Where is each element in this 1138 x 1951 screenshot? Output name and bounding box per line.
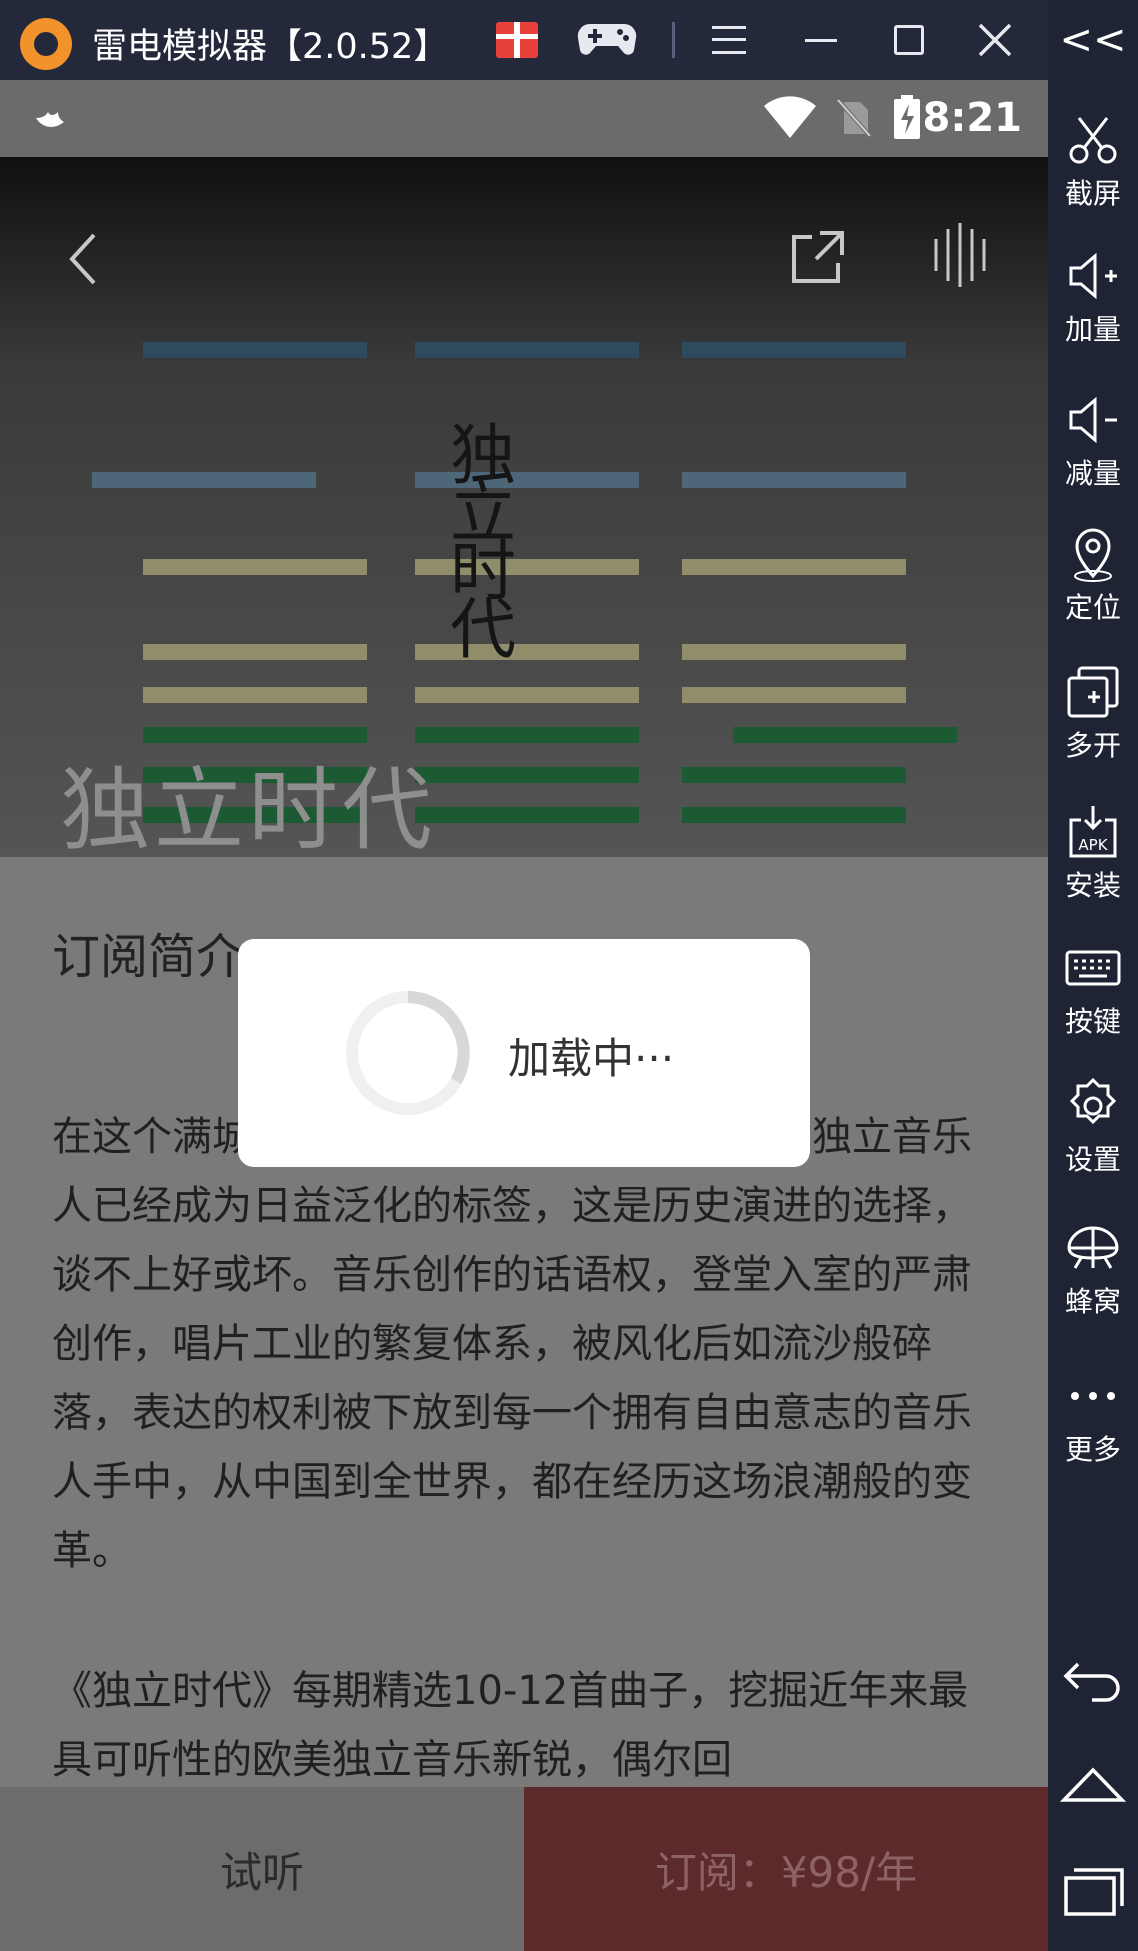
recents-nav-button[interactable] [1048, 1852, 1138, 1932]
no-sim-icon [836, 98, 872, 138]
home-nav-icon [1059, 1767, 1127, 1802]
title-separator [672, 22, 675, 58]
settings-icon [1069, 1077, 1117, 1125]
keyboard-icon [1065, 950, 1121, 986]
gamepad-icon[interactable] [576, 14, 638, 66]
album-cover-header: 独 立 时 代 独立时代 [0, 157, 1048, 863]
collapse-toolbar-button[interactable]: << [1048, 14, 1138, 66]
keymap-button[interactable]: 按键 [1048, 932, 1138, 1052]
screenshot-button[interactable]: 截屏 [1048, 104, 1138, 224]
more-icon [1071, 1392, 1115, 1400]
location-icon [1074, 528, 1112, 582]
app-notification-icon [36, 112, 64, 127]
toolbar-label-keymap: 按键 [1064, 1005, 1121, 1038]
hive-button[interactable]: 蜂窝 [1048, 1212, 1138, 1332]
window-title: 雷电模拟器【2.0.52】 [92, 27, 449, 67]
cover-title: 独立时代 [60, 758, 436, 863]
multi-open-button[interactable]: 多开 [1048, 656, 1138, 776]
close-icon[interactable] [972, 14, 1018, 66]
settings-button[interactable]: 设置 [1048, 1070, 1138, 1190]
minimize-icon[interactable] [800, 14, 842, 66]
volume-down-icon [1069, 396, 1117, 444]
volume-up-button[interactable]: 加量 [1048, 240, 1138, 360]
loading-spinner-icon [346, 991, 470, 1115]
recents-nav-icon [1064, 1868, 1124, 1916]
home-nav-button[interactable] [1048, 1744, 1138, 1824]
bottom-action-bar: 试听 订阅：¥98/年 [0, 1787, 1048, 1951]
loading-dialog: 加载中··· [238, 939, 810, 1167]
toolbar-label-more: 更多 [1064, 1433, 1121, 1466]
equalizer-icon[interactable] [932, 223, 988, 287]
intro-paragraph-2: 《独立时代》每期精选10-12首曲子，挖掘近年来最具可听性的欧美独立音乐新锐，偶… [52, 1668, 969, 1783]
more-button[interactable]: 更多 [1048, 1360, 1138, 1480]
toolbar-label-settings: 设置 [1064, 1143, 1121, 1176]
loading-text: 加载中··· [508, 1034, 675, 1083]
trial-listen-button[interactable]: 试听 [0, 1787, 524, 1951]
wifi-icon [764, 96, 816, 138]
toolbar-label-hive: 蜂窝 [1064, 1285, 1121, 1318]
toolbar-label-volume-down: 减量 [1064, 457, 1121, 490]
back-nav-button[interactable] [1048, 1640, 1138, 1720]
menu-icon[interactable] [708, 14, 750, 66]
emulator-side-toolbar: << 截屏 加量 减量 定位 多开 APK 安装 按键 设置 蜂窝 更多 [1048, 0, 1138, 1951]
toolbar-label-screenshot: 截屏 [1064, 177, 1121, 210]
back-icon[interactable] [62, 229, 102, 289]
volume-down-button[interactable]: 减量 [1048, 384, 1138, 504]
status-time: 8:21 [922, 95, 1023, 141]
toolbar-label-volume-up: 加量 [1064, 313, 1121, 346]
intro-paragraph-1: 在这个满城尽是手机传的时代，独立音乐和独立音乐人已经成为日益泛化的标签，这是历史… [52, 1114, 972, 1574]
location-button[interactable]: 定位 [1048, 518, 1138, 638]
emulator-title-bar: 雷电模拟器【2.0.52】 [0, 0, 1138, 80]
android-screen: 8:21 独 立 时 代 独立时代 订阅简介 在这个满城尽是手 乐和独立音乐人已… [0, 80, 1048, 1951]
cover-calligraphy: 独 立 时 代 [450, 417, 540, 668]
apk-install-button[interactable]: APK 安装 [1048, 796, 1138, 916]
section-title: 订阅简介 [52, 929, 245, 985]
toolbar-label-apk-install: 安装 [1064, 869, 1121, 902]
maximize-icon[interactable] [888, 14, 930, 66]
apk-install-icon: APK [1069, 806, 1117, 858]
svg-text:APK: APK [1078, 836, 1108, 854]
battery-charging-icon [894, 95, 920, 139]
calligraphy-main: 独 立 时 代 [450, 417, 516, 668]
gift-icon[interactable] [492, 14, 542, 66]
multi-open-icon [1067, 666, 1119, 718]
subscribe-button[interactable]: 订阅：¥98/年 [524, 1787, 1048, 1951]
back-nav-icon [1063, 1662, 1120, 1702]
status-bar: 8:21 [0, 80, 1048, 157]
scissors-icon [1069, 117, 1117, 164]
hive-icon [1067, 1226, 1119, 1269]
share-icon[interactable] [790, 229, 846, 285]
leidian-logo-icon [20, 18, 72, 70]
volume-up-icon [1069, 252, 1117, 300]
toolbar-label-multi-open: 多开 [1064, 729, 1121, 762]
toolbar-label-location: 定位 [1064, 591, 1121, 624]
